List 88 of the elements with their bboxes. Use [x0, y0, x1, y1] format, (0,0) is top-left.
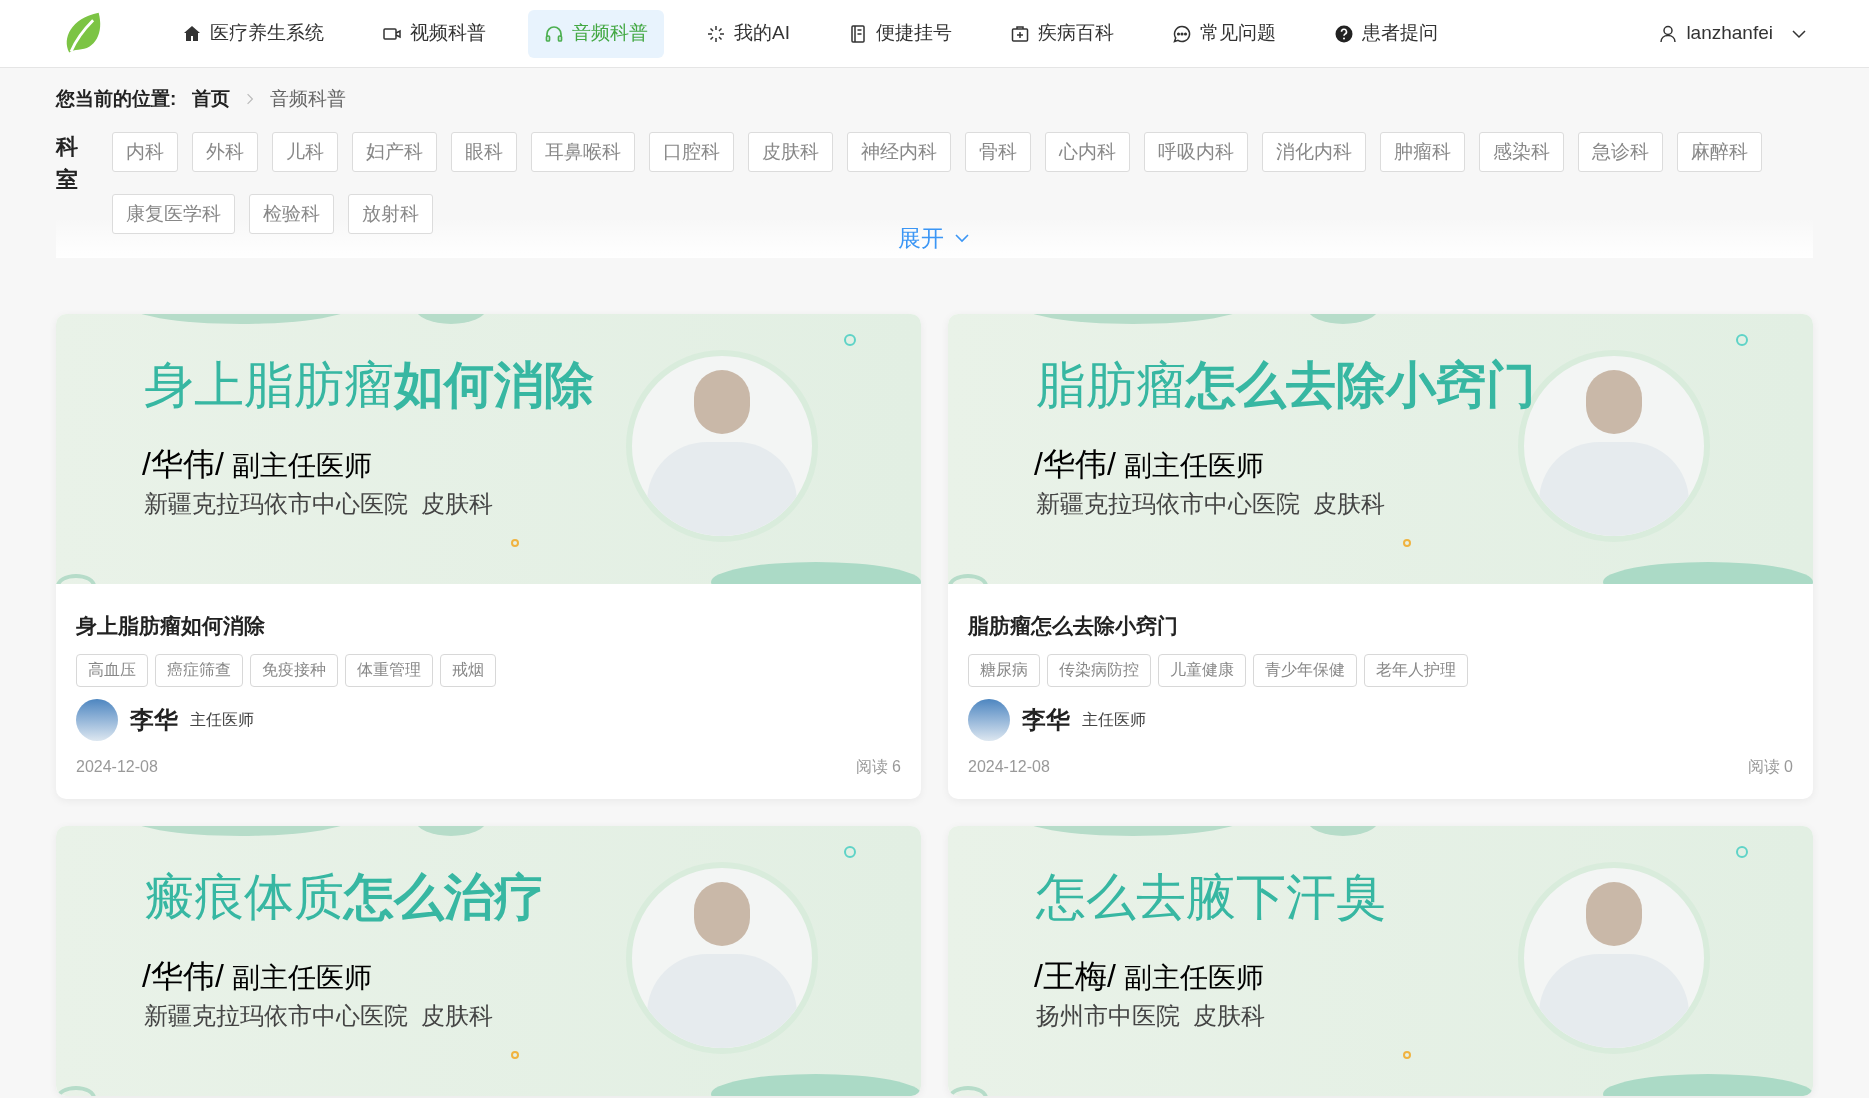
- department-tag[interactable]: 眼科: [451, 132, 517, 172]
- author-name: 李华: [130, 704, 178, 735]
- nav-icon: [1009, 23, 1030, 44]
- article-card[interactable]: 瘢痕体质怎么治疗 /华伟/ 副主任医师 新疆克拉玛依市中心医院 皮肤科: [56, 825, 921, 1096]
- ring-shape: [1736, 845, 1748, 858]
- nav-item[interactable]: 医疗养生系统: [166, 9, 340, 58]
- breadcrumb-link[interactable]: 音频科普: [270, 84, 347, 114]
- department-tag[interactable]: 急诊科: [1578, 132, 1663, 172]
- tag: 体重管理: [345, 653, 433, 687]
- cover-title: 脂肪瘤怎么去除小窍门: [1036, 360, 1536, 410]
- nav-item[interactable]: 常见问题: [1155, 9, 1292, 58]
- nav-item[interactable]: 音频科普: [528, 9, 664, 58]
- card-title[interactable]: 脂肪瘤怎么去除小窍门: [968, 610, 1793, 642]
- user-icon: [1658, 23, 1679, 44]
- tag: 老年人护理: [1364, 653, 1468, 687]
- department-tag[interactable]: 心内科: [1045, 132, 1130, 172]
- tag: 戒烟: [440, 653, 496, 687]
- nav-item[interactable]: 便捷挂号: [831, 9, 968, 58]
- tag: 糖尿病: [968, 653, 1040, 687]
- breadcrumb-link[interactable]: 首页: [192, 84, 231, 114]
- cover-doctor-name: /华伟/: [142, 445, 224, 484]
- department-tag[interactable]: 骨科: [965, 132, 1031, 172]
- tag: 儿童健康: [1158, 653, 1246, 687]
- cover-hospital: 新疆克拉玛依市中心医院 皮肤科: [144, 489, 494, 519]
- tag: 癌症筛查: [155, 653, 243, 687]
- author-title: 主任医师: [1082, 709, 1146, 730]
- read-count: 阅读 0: [1747, 756, 1793, 777]
- cover-doctor-name: /华伟/: [1034, 445, 1116, 484]
- read-count: 阅读 6: [855, 756, 901, 777]
- department-tag[interactable]: 神经内科: [847, 132, 951, 172]
- cover-hospital: 新疆克拉玛依市中心医院 皮肤科: [144, 1000, 494, 1031]
- avatar: [968, 698, 1010, 741]
- department-tag[interactable]: 麻醉科: [1677, 132, 1762, 172]
- cover-doctor-title: 副主任医师: [1123, 449, 1264, 483]
- department-tag[interactable]: 呼吸内科: [1144, 132, 1248, 172]
- tag: 青少年保健: [1253, 653, 1357, 687]
- ring-shape: [1736, 334, 1748, 346]
- department-tag[interactable]: 耳鼻喉科: [531, 132, 635, 172]
- expand-button[interactable]: 展开: [897, 220, 972, 256]
- department-tag[interactable]: 放射科: [348, 194, 433, 234]
- article-card[interactable]: 怎么去腋下汗臭 /王梅/ 副主任医师 扬州市中医院 皮肤科: [948, 825, 1813, 1096]
- nav-icon: [544, 23, 564, 44]
- nav-icon: [1333, 23, 1354, 44]
- cover-hospital: 新疆克拉玛依市中心医院 皮肤科: [1036, 489, 1386, 519]
- nav-item[interactable]: 我的AI: [690, 9, 806, 58]
- breadcrumb-label: 您当前的位置:: [56, 86, 177, 111]
- avatar: [76, 698, 118, 741]
- department-tag[interactable]: 外科: [192, 132, 258, 172]
- nav-item[interactable]: 疾病百科: [993, 9, 1130, 58]
- nav-item[interactable]: 视频科普: [366, 9, 502, 58]
- author-name: 李华: [1022, 704, 1070, 735]
- nav-icon: [1171, 23, 1192, 44]
- ring-shape: [844, 334, 856, 346]
- chevron-right-icon: [246, 92, 255, 106]
- cover-doctor-title: 副主任医师: [231, 449, 372, 483]
- cover-doctor-title: 副主任医师: [231, 960, 372, 995]
- tag: 传染病防控: [1047, 653, 1151, 687]
- cover-title: 身上脂肪瘤如何消除: [144, 360, 594, 410]
- department-tag[interactable]: 内科: [112, 132, 178, 172]
- department-tag[interactable]: 妇产科: [352, 132, 437, 172]
- cover-doctor-title: 副主任医师: [1123, 960, 1264, 995]
- ring-shape: [844, 845, 856, 858]
- department-tag[interactable]: 口腔科: [649, 132, 734, 172]
- nav-item[interactable]: 患者提问: [1317, 9, 1454, 58]
- nav-icon: [706, 23, 726, 44]
- article-card[interactable]: 身上脂肪瘤如何消除 /华伟/ 副主任医师 新疆克拉玛依市中心医院 皮肤科 身上脂肪瘤如何消除 高血压 癌症筛查 免疫接种 体重管理 戒烟 李华 主任医师 2024-12-08 阅读 6: [56, 314, 921, 799]
- user-menu[interactable]: lanzhanfei: [1658, 19, 1809, 48]
- publish-date: 2024-12-08: [968, 756, 1050, 777]
- cover-doctor-name: /华伟/: [142, 956, 224, 996]
- department-label: 科室: [56, 133, 79, 194]
- department-tag[interactable]: 肿瘤科: [1380, 132, 1465, 172]
- department-tag[interactable]: 皮肤科: [748, 132, 833, 172]
- department-tag[interactable]: 感染科: [1479, 132, 1564, 172]
- article-card[interactable]: 脂肪瘤怎么去除小窍门 /华伟/ 副主任医师 新疆克拉玛依市中心医院 皮肤科 脂肪瘤怎么去除小窍门 糖尿病 传染病防控 儿童健康 青少年保健 老年人护理 李华 主任医师 2024-12-08 阅读 0: [948, 314, 1813, 799]
- department-tag[interactable]: 康复医学科: [112, 194, 235, 234]
- author-title: 主任医师: [190, 709, 254, 730]
- tag: 免疫接种: [250, 653, 338, 687]
- cover-title: 怎么去腋下汗臭: [1036, 871, 1386, 922]
- cover-doctor-name: /王梅/: [1034, 956, 1116, 996]
- cover-title: 瘢痕体质怎么治疗: [144, 871, 544, 922]
- tag: 高血压: [76, 653, 148, 687]
- department-tag[interactable]: 检验科: [249, 194, 334, 234]
- department-tag[interactable]: 消化内科: [1262, 132, 1366, 172]
- card-title[interactable]: 身上脂肪瘤如何消除: [76, 610, 901, 642]
- nav-icon: [182, 23, 202, 44]
- department-tag[interactable]: 儿科: [272, 132, 338, 172]
- cover-hospital: 扬州市中医院 皮肤科: [1036, 1000, 1266, 1031]
- publish-date: 2024-12-08: [76, 756, 158, 777]
